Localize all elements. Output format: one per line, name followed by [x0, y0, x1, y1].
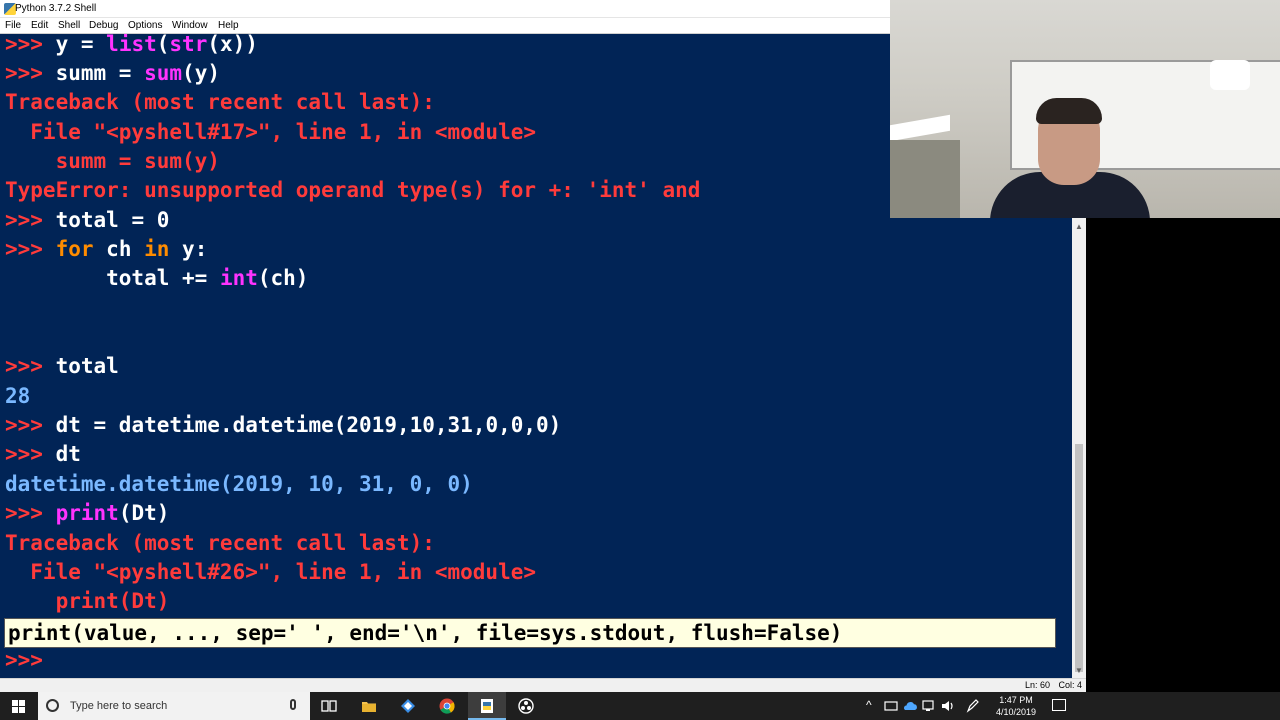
shell-line: >>> total = 0 [5, 208, 170, 232]
calltip-text: print(value, ..., sep=' ', end='\n', fil… [8, 621, 843, 645]
python-idle-button[interactable] [468, 692, 506, 720]
menu-help[interactable]: Help [218, 20, 239, 31]
traceback-line: summ = sum(y) [5, 149, 220, 173]
start-button[interactable] [0, 692, 38, 720]
calltip-tooltip: print(value, ..., sep=' ', end='\n', fil… [4, 618, 1056, 648]
title-bar[interactable]: Python 3.7.2 Shell [0, 0, 890, 18]
app-button[interactable] [389, 692, 427, 720]
menu-window[interactable]: Window [172, 20, 208, 31]
traceback-line: File "<pyshell#17>", line 1, in <module> [5, 120, 537, 144]
scroll-up-icon[interactable]: ▲ [1075, 222, 1083, 231]
file-explorer-button[interactable] [350, 692, 388, 720]
taskbar: Type here to search ^ 1:47 PM 4/10/2019 [0, 692, 1280, 720]
vertical-scrollbar[interactable]: ▲ ▼ [1072, 218, 1086, 678]
menu-edit[interactable]: Edit [31, 20, 48, 31]
shell-line: >>> dt = datetime.datetime(2019,10,31,0,… [5, 413, 562, 437]
microphone-icon[interactable] [290, 699, 296, 710]
status-bar: Ln: 60 Col: 4 [0, 678, 1086, 692]
shell-line: >>> summ = sum(y) [5, 61, 220, 85]
obs-icon [518, 698, 534, 714]
shelf-image [890, 140, 960, 218]
taskbar-clock[interactable]: 1:47 PM 4/10/2019 [986, 694, 1046, 718]
obs-button[interactable] [507, 692, 545, 720]
chevron-up-icon[interactable]: ^ [866, 698, 872, 712]
task-view-button[interactable] [310, 692, 348, 720]
traceback-line: Traceback (most recent call last): [5, 531, 435, 555]
input-prompt-line[interactable]: >>> [5, 648, 43, 672]
menu-options[interactable]: Options [128, 20, 162, 31]
traceback-line: print(Dt) [5, 589, 170, 613]
scrollbar-thumb[interactable] [1075, 444, 1083, 672]
chrome-button[interactable] [428, 692, 466, 720]
menu-debug[interactable]: Debug [89, 20, 118, 31]
shell-line: total += int(ch) [5, 266, 309, 290]
background-area [1086, 218, 1280, 692]
scroll-down-icon[interactable]: ▼ [1075, 666, 1083, 675]
window-title: Python 3.7.2 Shell [15, 3, 97, 14]
volume-icon[interactable] [941, 700, 955, 712]
error-message: TypeError: unsupported operand type(s) f… [5, 178, 701, 202]
line-number: Ln: 60 [1024, 680, 1050, 690]
clock-time: 1:47 PM [999, 695, 1033, 705]
menu-bar: File Edit Shell Debug Options Window Hel… [0, 18, 890, 34]
chrome-icon [439, 698, 455, 714]
onedrive-icon[interactable] [903, 701, 917, 711]
output-line: datetime.datetime(2019, 10, 31, 0, 0) [5, 472, 473, 496]
traceback-line: Traceback (most recent call last): [5, 90, 435, 114]
shell-line: >>> total [5, 354, 119, 378]
folder-icon [362, 702, 376, 712]
traceback-line: File "<pyshell#26>", line 1, in <module> [5, 560, 537, 584]
task-view-icon [321, 700, 337, 712]
search-placeholder: Type here to search [70, 700, 168, 712]
notification-icon[interactable] [1052, 699, 1066, 711]
webcam-overlay [890, 0, 1280, 218]
person-hair [1036, 98, 1102, 124]
windows-icon [12, 700, 26, 713]
output-line: 28 [5, 384, 31, 408]
shell-line: >>> for ch in y: [5, 237, 208, 261]
cortana-icon [46, 699, 59, 712]
network-icon[interactable] [884, 700, 898, 712]
shell-line: >>> y = list(str(x)) [5, 34, 258, 56]
taskbar-search[interactable]: Type here to search [38, 692, 310, 720]
shell-line: >>> dt [5, 442, 81, 466]
pen-icon[interactable] [966, 699, 980, 713]
menu-shell[interactable]: Shell [58, 20, 80, 31]
python-file-icon [481, 699, 493, 713]
menu-file[interactable]: File [5, 20, 21, 31]
wifi-icon[interactable] [922, 700, 936, 712]
diamond-app-icon [401, 699, 415, 713]
ceiling-light [890, 114, 950, 142]
column-number: Col: 4 [1058, 680, 1082, 690]
ceiling-light [1210, 60, 1250, 90]
shell-line: >>> print(Dt) [5, 501, 170, 525]
clock-date: 4/10/2019 [995, 707, 1037, 717]
